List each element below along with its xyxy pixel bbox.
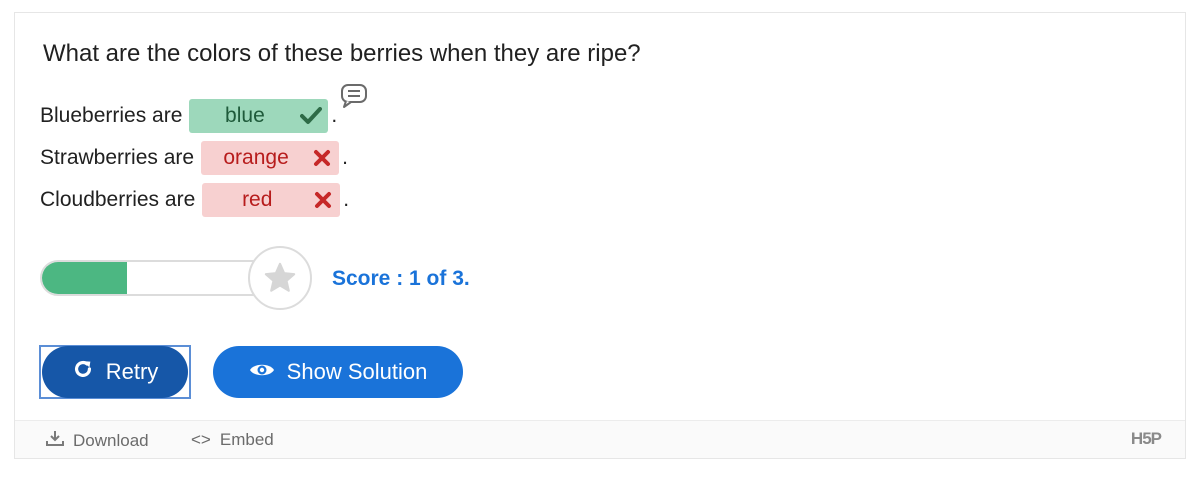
star-icon — [264, 262, 296, 292]
show-solution-label: Show Solution — [286, 359, 428, 384]
score-progress-fill — [42, 262, 128, 294]
answer-value: orange — [223, 146, 289, 169]
retry-button[interactable]: Retry — [42, 346, 188, 398]
refresh-icon — [72, 358, 94, 386]
speech-bubble-icon[interactable] — [340, 83, 368, 114]
checkmark-icon — [294, 107, 328, 125]
answer-value: blue — [225, 104, 265, 127]
cross-icon — [306, 191, 340, 209]
download-icon — [46, 430, 64, 451]
h5p-content-frame: What are the colors of these berries whe… — [14, 12, 1186, 459]
embed-label: Embed — [219, 430, 274, 449]
eye-icon — [249, 359, 275, 385]
answer-field-wrong[interactable]: red — [202, 183, 341, 217]
download-link[interactable]: Download — [46, 430, 149, 451]
show-solution-button[interactable]: Show Solution — [213, 346, 463, 398]
sentence-row: Strawberries are orange . — [40, 141, 348, 175]
download-label: Download — [73, 430, 149, 450]
score-star-badge — [248, 246, 312, 310]
embed-link[interactable]: <> Embed — [191, 430, 274, 450]
answer-value: red — [242, 188, 273, 211]
answer-field-correct[interactable]: blue — [189, 99, 329, 133]
sentence-row: Cloudberries are red . — [40, 183, 349, 217]
answer-field-wrong[interactable]: orange — [201, 141, 340, 175]
sentence-prefix: Cloudberries are — [40, 188, 196, 211]
h5p-footer: Download <> Embed H5P — [15, 420, 1185, 458]
question-text: What are the colors of these berries whe… — [43, 40, 641, 67]
sentence-prefix: Blueberries are — [40, 104, 183, 127]
cross-icon — [305, 149, 339, 167]
h5p-logo[interactable]: H5P — [1131, 429, 1162, 449]
sentence-suffix: . — [343, 188, 350, 211]
sentence-suffix: . — [331, 104, 338, 127]
retry-label: Retry — [105, 359, 159, 384]
sentence-prefix: Strawberries are — [40, 146, 195, 169]
code-icon: <> — [191, 430, 211, 449]
sentence-suffix: . — [342, 146, 348, 169]
score-text: Score : 1 of 3. — [332, 267, 470, 290]
sentence-row: Blueberries are blue . — [40, 99, 337, 133]
